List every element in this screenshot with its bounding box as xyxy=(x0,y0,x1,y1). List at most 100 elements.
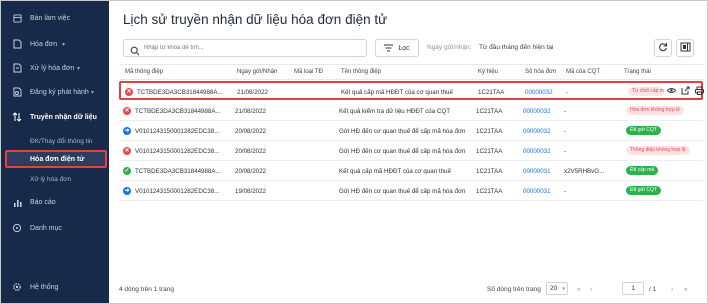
message-code: TCTBDE3DA3CB31844988A... xyxy=(135,168,221,175)
sidebar-item-label: Hệ thống xyxy=(30,283,59,291)
invoice-number-link[interactable]: 00000032 xyxy=(525,89,553,96)
report-icon xyxy=(12,197,22,207)
send-date-label: Ngày gửi/nhận: xyxy=(427,44,472,51)
cqt-code: - xyxy=(564,188,567,195)
column-header: Tên thông điệp xyxy=(341,69,382,75)
cqt-code: - xyxy=(564,148,567,155)
next-page-icon[interactable]: › xyxy=(671,286,673,293)
chevron-down-icon: ▾ xyxy=(62,41,66,48)
transfer-icon xyxy=(12,112,22,122)
register-icon xyxy=(12,87,22,97)
send-icon: ➜ xyxy=(123,127,131,135)
first-page-icon[interactable]: « xyxy=(577,286,581,293)
send-date: 20/08/2022 xyxy=(235,128,266,135)
sidebar-item-catalog[interactable]: Danh mục xyxy=(1,220,109,236)
sidebar-subitem-register-info[interactable]: ĐK/Thay đổi thông tin xyxy=(30,138,93,145)
export-icon[interactable] xyxy=(681,86,690,95)
column-header: Trạng thái xyxy=(624,69,651,75)
refresh-button[interactable] xyxy=(654,39,672,57)
invoice-symbol: 1C21TAA xyxy=(476,108,503,115)
rows-per-page-label: Số dòng trên trang xyxy=(487,286,541,293)
invoice-number-link[interactable]: 00000031 xyxy=(523,188,551,195)
invoice-number-link[interactable]: 00000032 xyxy=(523,148,551,155)
status-badge: Đã gửi CQT xyxy=(626,126,661,135)
sidebar-item-report[interactable]: Báo cáo xyxy=(1,194,109,210)
message-code: V0101243150001282EDC38... xyxy=(135,128,220,135)
sidebar-item-label: Xử lý hóa đơn xyxy=(30,64,75,72)
column-header: Mã của CQT xyxy=(566,69,601,75)
error-icon: ✕ xyxy=(123,107,131,115)
column-header: Ngày gửi/Nhận xyxy=(237,69,278,75)
check-icon: ✓ xyxy=(123,167,131,175)
sidebar-item-system[interactable]: Hệ thống xyxy=(1,279,109,295)
process-icon xyxy=(12,63,22,73)
invoice-symbol: 1C21TAA xyxy=(476,128,503,135)
send-date: 20/08/2022 xyxy=(235,148,266,155)
sidebar: Bàn làm việc Hóa đơn ▾ Xử lý hóa đơn ▾ Đ… xyxy=(1,1,109,303)
view-icon[interactable] xyxy=(667,86,676,95)
send-date: 21/08/2022 xyxy=(235,108,266,115)
filter-icon xyxy=(384,44,394,52)
cqt-code: - xyxy=(566,89,569,96)
print-icon[interactable] xyxy=(695,86,704,95)
sidebar-item-label: Hóa đơn xyxy=(30,40,58,48)
send-icon: ➜ xyxy=(123,187,131,195)
column-header: Mã thông điệp xyxy=(125,69,164,75)
row-actions xyxy=(667,86,704,95)
status-badge: Đã cấp mã xyxy=(626,166,659,175)
message-name: Gửi HĐ đến cơ quan thuế để cấp mã hóa đơ… xyxy=(339,188,466,195)
error-icon: ✕ xyxy=(125,88,133,96)
error-icon: ✕ xyxy=(123,147,131,155)
sidebar-item-process-invoice[interactable]: Xử lý hóa đơn ▾ xyxy=(1,60,109,76)
send-date-select[interactable]: Từ đầu tháng đến hiện tại xyxy=(479,44,553,51)
table-row[interactable]: ✕ TCTBDE3DA3CB31844988A... 21/08/2022 Kế… xyxy=(119,81,704,100)
search-box[interactable] xyxy=(123,39,367,57)
sidebar-item-label: Truyền nhận dữ liệu xyxy=(30,113,97,121)
message-name: Kết quả kiểm tra dữ liệu HĐĐT của CQT xyxy=(339,108,450,115)
invoice-symbol: 1C21TAA xyxy=(478,89,505,96)
table-row[interactable]: ✕ V0101243150001282EDC38... 20/08/2022 G… xyxy=(119,142,703,161)
invoice-number-link[interactable]: 00000032 xyxy=(523,128,551,135)
status-badge: Từ chối cấp mã xyxy=(628,87,664,96)
table-row[interactable]: ➜ V0101243150001282EDC38... 20/08/2022 G… xyxy=(119,122,703,141)
rows-per-page-value: 20 xyxy=(550,285,558,292)
page-title: Lịch sử truyền nhận dữ liệu hóa đơn điện… xyxy=(123,12,388,27)
sidebar-item-desk[interactable]: Bàn làm việc xyxy=(1,10,109,26)
app-window: Bàn làm việc Hóa đơn ▾ Xử lý hóa đơn ▾ Đ… xyxy=(0,0,708,304)
table-header: Mã thông điệp Ngày gửi/Nhận Mã loại TĐ T… xyxy=(119,64,703,80)
message-name: Kết quả cấp mã HĐĐT của cơ quan thuế xyxy=(339,168,451,175)
sidebar-subitem-process-invoice[interactable]: Xử lý hóa đơn xyxy=(30,176,71,183)
sidebar-subitem-e-invoice[interactable]: Hóa đơn điện tử xyxy=(5,150,107,168)
search-icon xyxy=(130,43,140,56)
table-row[interactable]: ✕ TCTBDE3DA3CB31844988A... 21/08/2022 Kế… xyxy=(119,102,703,121)
table-row[interactable]: ➜ V0101243150001282EDC38... 19/08/2022 G… xyxy=(119,182,703,201)
message-code: V0101243150001282EDC38... xyxy=(135,188,220,195)
column-header: Số hóa đơn xyxy=(525,69,557,75)
search-input[interactable] xyxy=(144,45,354,51)
prev-page-icon[interactable]: ‹ xyxy=(590,286,592,293)
gear-icon xyxy=(12,282,22,292)
sidebar-item-label: Báo cáo xyxy=(30,198,56,206)
invoice-symbol: 1C21TAA xyxy=(476,148,503,155)
page-input[interactable]: 1 xyxy=(622,282,644,295)
table-row[interactable]: ✓ TCTBDE3DA3CB31844988A... 20/08/2022 Kế… xyxy=(119,162,703,181)
invoice-number-link[interactable]: 00000031 xyxy=(523,168,551,175)
last-page-icon[interactable]: » xyxy=(684,286,688,293)
columns-icon xyxy=(680,39,691,57)
sidebar-item-label: Danh mục xyxy=(30,224,62,232)
send-date: 19/08/2022 xyxy=(235,188,266,195)
cqt-code: x2V5RHBvG... xyxy=(564,168,605,175)
sidebar-item-register[interactable]: Đăng ký phát hành ▾ xyxy=(1,84,109,100)
cqt-code: - xyxy=(564,108,567,115)
filter-button[interactable]: Lọc xyxy=(375,39,419,57)
main-content: Lịch sử truyền nhận dữ liệu hóa đơn điện… xyxy=(109,1,707,303)
sidebar-item-invoice[interactable]: Hóa đơn ▾ xyxy=(1,36,109,52)
column-header: Ký hiệu xyxy=(478,69,499,75)
chevron-down-icon: ▾ xyxy=(77,65,81,72)
rows-per-page-select[interactable]: 20 ▾ xyxy=(546,282,568,295)
column-settings-button[interactable] xyxy=(676,39,694,57)
sidebar-item-data-transfer[interactable]: Truyền nhận dữ liệu xyxy=(1,109,109,125)
invoice-number-link[interactable]: 00000032 xyxy=(523,108,551,115)
send-date: 21/08/2022 xyxy=(237,89,268,96)
status-badge: Thông điệp không hợp lệ xyxy=(626,146,690,155)
